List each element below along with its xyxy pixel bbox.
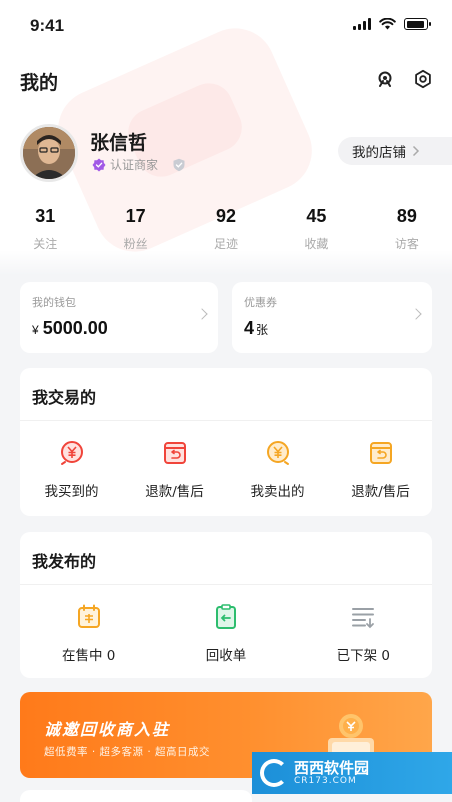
banner-title: 诚邀回收商入驻 [44, 720, 171, 739]
cellular-signal-icon [353, 18, 371, 30]
stat-value: 92 [216, 206, 237, 226]
yuan-circle-icon [60, 441, 83, 465]
posts-section: 我发布的 在售中 0 回收单 已下架 0 [20, 532, 432, 678]
stat-footprints[interactable]: 92 足迹 [181, 206, 271, 252]
watermark-text: 西西软件园 CR173.COM [294, 760, 369, 786]
headset-icon [378, 71, 392, 87]
next-card-edge [20, 790, 252, 802]
coupon-unit: 张 [256, 323, 269, 337]
chevron-right-icon [412, 145, 420, 157]
post-item-recycle-order[interactable]: 回收单 [157, 602, 294, 664]
post-item-label: 回收单 [205, 648, 247, 664]
post-item-off-shelf[interactable]: 已下架 0 [295, 602, 432, 664]
trade-item-label: 我买到的 [44, 484, 99, 500]
site-watermark-logo: 西西软件园 CR173.COM [252, 752, 452, 794]
stat-visitors[interactable]: 89 访客 [362, 206, 452, 252]
refund-box-icon [163, 442, 186, 464]
watermark-url: CR173.COM [294, 776, 357, 786]
status-bar: 9:41 [0, 0, 452, 50]
calendar-sale-icon [77, 604, 100, 628]
my-shop-label: 我的店铺 [352, 145, 406, 161]
posts-grid: 在售中 0 回收单 已下架 0 [20, 602, 432, 664]
stat-label: 关注 [33, 237, 58, 251]
currency-symbol: ¥ [32, 323, 39, 337]
clipboard-return-icon [215, 604, 236, 629]
trade-item-sold[interactable]: 我卖出的 [226, 438, 329, 500]
stat-label: 收藏 [304, 237, 329, 251]
post-item-label: 在售中 0 [61, 648, 116, 664]
coupon-count: 4张 [244, 318, 268, 339]
my-shop-button[interactable]: 我的店铺 [338, 137, 452, 165]
wallet-amount: ¥5000.00 [32, 318, 108, 339]
avatar[interactable] [20, 124, 78, 182]
customer-service-button[interactable] [372, 66, 398, 92]
watermark-brand: 西西软件园 [294, 759, 370, 777]
divider [20, 584, 432, 585]
wallet-label: 我的钱包 [32, 296, 76, 309]
battery-icon [404, 18, 431, 30]
coupon-card[interactable]: 优惠券 4张 [232, 282, 432, 353]
stat-value: 31 [35, 206, 56, 226]
status-time: 9:41 [30, 16, 65, 35]
trades-grid: 我买到的 退款/售后 我卖出的 退款/售后 [20, 438, 432, 500]
settings-icon [415, 69, 431, 89]
section-title: 我交易的 [32, 388, 97, 407]
trade-item-sell-refund[interactable]: 退款/售后 [329, 438, 432, 500]
verified-shield-icon [173, 158, 185, 171]
trade-item-buy-refund[interactable]: 退款/售后 [123, 438, 226, 500]
section-title: 我发布的 [32, 552, 97, 571]
avatar-photo [23, 127, 75, 179]
refund-box-icon [369, 442, 392, 464]
chevron-right-icon [196, 308, 208, 320]
battery-level [406, 20, 424, 28]
certification-row: 认证商家 [92, 156, 186, 173]
profile-page: 9:41 我的 张信哲 认证商家 我的店铺 31 关注 17 粉丝 92 足迹 … [0, 0, 452, 802]
user-name: 张信哲 [90, 132, 148, 154]
merchant-badge-icon [92, 158, 106, 171]
stats-row: 31 关注 17 粉丝 92 足迹 45 收藏 89 访客 [0, 206, 452, 252]
wallet-amount-value: 5000.00 [42, 318, 108, 338]
trade-item-bought[interactable]: 我买到的 [20, 438, 123, 500]
post-item-label: 已下架 0 [336, 648, 391, 664]
stat-label: 足迹 [214, 237, 239, 251]
trade-item-label: 退款/售后 [145, 484, 204, 500]
coupon-label: 优惠券 [244, 296, 277, 309]
trades-section: 我交易的 我买到的 退款/售后 我卖出的 退款/售后 [20, 368, 432, 516]
wallet-card[interactable]: 我的钱包 ¥5000.00 [20, 282, 218, 353]
trade-item-label: 退款/售后 [351, 484, 410, 500]
certification-label: 认证商家 [110, 158, 159, 172]
stat-label: 粉丝 [123, 237, 148, 251]
stat-favorites[interactable]: 45 收藏 [271, 206, 361, 252]
divider [20, 420, 432, 421]
stat-value: 45 [306, 206, 327, 226]
page-title: 我的 [20, 72, 59, 94]
settings-button[interactable] [410, 66, 436, 92]
coupon-count-value: 4 [244, 318, 255, 338]
yuan-circle-icon [266, 441, 289, 465]
list-down-icon [352, 608, 375, 629]
chevron-right-icon [410, 308, 422, 320]
stat-value: 89 [396, 206, 417, 226]
stat-fans[interactable]: 17 粉丝 [90, 206, 180, 252]
post-item-on-sale[interactable]: 在售中 0 [20, 602, 157, 664]
wifi-icon [379, 18, 396, 30]
trade-item-label: 我卖出的 [250, 484, 305, 500]
banner-subtitle: 超低费率 · 超多客源 · 超高日成交 [44, 746, 211, 758]
status-icons [353, 18, 431, 30]
stat-following[interactable]: 31 关注 [0, 206, 90, 252]
stat-value: 17 [125, 206, 146, 226]
watermark-c-icon [260, 759, 288, 787]
stat-label: 访客 [394, 237, 419, 251]
